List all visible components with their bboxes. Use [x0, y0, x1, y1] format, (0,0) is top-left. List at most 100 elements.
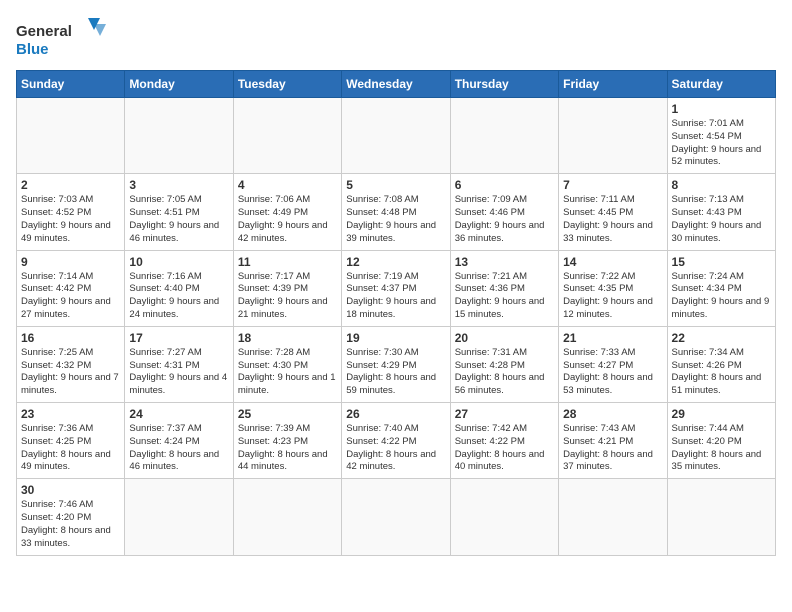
calendar-week-row: 2 Sunrise: 7:03 AM Sunset: 4:52 PM Daylig… — [17, 174, 776, 250]
day-number: 13 — [455, 255, 554, 269]
day-info: Sunrise: 7:34 AM Sunset: 4:26 PM Dayligh… — [672, 347, 771, 398]
svg-text:Blue: Blue — [16, 41, 49, 58]
calendar-day-cell: 29Sunrise: 7:44 AM Sunset: 4:20 PM Dayli… — [667, 403, 775, 479]
day-of-week-header: Sunday — [17, 71, 125, 98]
calendar-week-row: 1 Sunrise: 7:01 AM Sunset: 4:54 PM Daylig… — [17, 98, 776, 174]
calendar-day-cell: 24Sunrise: 7:37 AM Sunset: 4:24 PM Dayli… — [125, 403, 233, 479]
day-info: Sunrise: 7:03 AM Sunset: 4:52 PM Dayligh… — [21, 194, 120, 245]
calendar-day-cell: 11Sunrise: 7:17 AM Sunset: 4:39 PM Dayli… — [233, 250, 341, 326]
day-number: 2 — [21, 178, 120, 192]
calendar-day-cell: 13 Sunrise: 7:21 AM Sunset: 4:36 PM Dayli… — [450, 250, 558, 326]
day-info: Sunrise: 7:13 AM Sunset: 4:43 PM Dayligh… — [672, 194, 771, 245]
calendar-week-row: 23Sunrise: 7:36 AM Sunset: 4:25 PM Dayli… — [17, 403, 776, 479]
day-number: 14 — [563, 255, 662, 269]
calendar-day-cell: 22 Sunrise: 7:34 AM Sunset: 4:26 PM Dayli… — [667, 326, 775, 402]
day-info: Sunrise: 7:01 AM Sunset: 4:54 PM Dayligh… — [672, 118, 771, 169]
day-of-week-header: Monday — [125, 71, 233, 98]
calendar-day-cell: 23Sunrise: 7:36 AM Sunset: 4:25 PM Dayli… — [17, 403, 125, 479]
day-info: Sunrise: 7:16 AM Sunset: 4:40 PM Dayligh… — [129, 271, 228, 322]
day-number: 22 — [672, 331, 771, 345]
day-number: 12 — [346, 255, 445, 269]
day-info: Sunrise: 7:25 AM Sunset: 4:32 PM Dayligh… — [21, 347, 120, 398]
day-number: 26 — [346, 407, 445, 421]
day-info: Sunrise: 7:21 AM Sunset: 4:36 PM Dayligh… — [455, 271, 554, 322]
day-info: Sunrise: 7:43 AM Sunset: 4:21 PM Dayligh… — [563, 423, 662, 474]
calendar-day-cell: 8 Sunrise: 7:13 AM Sunset: 4:43 PM Daylig… — [667, 174, 775, 250]
calendar-day-cell: 20Sunrise: 7:31 AM Sunset: 4:28 PM Dayli… — [450, 326, 558, 402]
calendar-day-cell: 12 Sunrise: 7:19 AM Sunset: 4:37 PM Dayli… — [342, 250, 450, 326]
day-info: Sunrise: 7:19 AM Sunset: 4:37 PM Dayligh… — [346, 271, 445, 322]
calendar-day-cell: 2 Sunrise: 7:03 AM Sunset: 4:52 PM Daylig… — [17, 174, 125, 250]
day-number: 27 — [455, 407, 554, 421]
calendar-table: SundayMondayTuesdayWednesdayThursdayFrid… — [16, 70, 776, 556]
day-number: 1 — [672, 102, 771, 116]
day-info: Sunrise: 7:39 AM Sunset: 4:23 PM Dayligh… — [238, 423, 337, 474]
day-info: Sunrise: 7:42 AM Sunset: 4:22 PM Dayligh… — [455, 423, 554, 474]
calendar-day-cell — [125, 479, 233, 555]
day-info: Sunrise: 7:22 AM Sunset: 4:35 PM Dayligh… — [563, 271, 662, 322]
day-info: Sunrise: 7:17 AM Sunset: 4:39 PM Dayligh… — [238, 271, 337, 322]
day-info: Sunrise: 7:09 AM Sunset: 4:46 PM Dayligh… — [455, 194, 554, 245]
day-number: 21 — [563, 331, 662, 345]
calendar-day-cell — [559, 98, 667, 174]
day-info: Sunrise: 7:40 AM Sunset: 4:22 PM Dayligh… — [346, 423, 445, 474]
calendar-day-cell — [17, 98, 125, 174]
day-info: Sunrise: 7:06 AM Sunset: 4:49 PM Dayligh… — [238, 194, 337, 245]
day-number: 3 — [129, 178, 228, 192]
day-info: Sunrise: 7:24 AM Sunset: 4:34 PM Dayligh… — [672, 271, 771, 322]
calendar-day-cell: 5 Sunrise: 7:08 AM Sunset: 4:48 PM Daylig… — [342, 174, 450, 250]
calendar-day-cell — [559, 479, 667, 555]
calendar-day-cell: 7Sunrise: 7:11 AM Sunset: 4:45 PM Daylig… — [559, 174, 667, 250]
day-number: 24 — [129, 407, 228, 421]
logo: General Blue — [16, 16, 106, 60]
calendar-day-cell — [450, 479, 558, 555]
calendar-day-cell: 18Sunrise: 7:28 AM Sunset: 4:30 PM Dayli… — [233, 326, 341, 402]
calendar-day-cell: 9 Sunrise: 7:14 AM Sunset: 4:42 PM Daylig… — [17, 250, 125, 326]
day-info: Sunrise: 7:11 AM Sunset: 4:45 PM Dayligh… — [563, 194, 662, 245]
svg-text:General: General — [16, 23, 72, 40]
logo-svg: General Blue — [16, 16, 106, 60]
calendar-day-cell: 30Sunrise: 7:46 AM Sunset: 4:20 PM Dayli… — [17, 479, 125, 555]
day-of-week-header: Friday — [559, 71, 667, 98]
day-info: Sunrise: 7:14 AM Sunset: 4:42 PM Dayligh… — [21, 271, 120, 322]
day-info: Sunrise: 7:30 AM Sunset: 4:29 PM Dayligh… — [346, 347, 445, 398]
calendar-day-cell — [233, 479, 341, 555]
day-number: 19 — [346, 331, 445, 345]
calendar-day-cell — [342, 98, 450, 174]
day-number: 8 — [672, 178, 771, 192]
day-info: Sunrise: 7:08 AM Sunset: 4:48 PM Dayligh… — [346, 194, 445, 245]
day-number: 10 — [129, 255, 228, 269]
calendar-day-cell: 3 Sunrise: 7:05 AM Sunset: 4:51 PM Daylig… — [125, 174, 233, 250]
calendar-day-cell — [342, 479, 450, 555]
day-number: 25 — [238, 407, 337, 421]
day-info: Sunrise: 7:33 AM Sunset: 4:27 PM Dayligh… — [563, 347, 662, 398]
calendar-day-cell: 4Sunrise: 7:06 AM Sunset: 4:49 PM Daylig… — [233, 174, 341, 250]
day-number: 9 — [21, 255, 120, 269]
calendar-day-cell: 26 Sunrise: 7:40 AM Sunset: 4:22 PM Dayli… — [342, 403, 450, 479]
calendar-week-row: 9 Sunrise: 7:14 AM Sunset: 4:42 PM Daylig… — [17, 250, 776, 326]
calendar-day-cell — [125, 98, 233, 174]
calendar-day-cell: 28 Sunrise: 7:43 AM Sunset: 4:21 PM Dayli… — [559, 403, 667, 479]
calendar-week-row: 30Sunrise: 7:46 AM Sunset: 4:20 PM Dayli… — [17, 479, 776, 555]
calendar-day-cell: 19 Sunrise: 7:30 AM Sunset: 4:29 PM Dayli… — [342, 326, 450, 402]
calendar-day-cell: 15Sunrise: 7:24 AM Sunset: 4:34 PM Dayli… — [667, 250, 775, 326]
calendar-day-cell — [450, 98, 558, 174]
day-number: 28 — [563, 407, 662, 421]
calendar-day-cell: 6Sunrise: 7:09 AM Sunset: 4:46 PM Daylig… — [450, 174, 558, 250]
day-info: Sunrise: 7:36 AM Sunset: 4:25 PM Dayligh… — [21, 423, 120, 474]
day-of-week-header: Wednesday — [342, 71, 450, 98]
header: General Blue — [16, 16, 776, 60]
day-number: 5 — [346, 178, 445, 192]
day-number: 16 — [21, 331, 120, 345]
day-number: 30 — [21, 483, 120, 497]
calendar-day-cell: 21 Sunrise: 7:33 AM Sunset: 4:27 PM Dayli… — [559, 326, 667, 402]
calendar-day-cell: 25 Sunrise: 7:39 AM Sunset: 4:23 PM Dayli… — [233, 403, 341, 479]
day-info: Sunrise: 7:28 AM Sunset: 4:30 PM Dayligh… — [238, 347, 337, 398]
day-number: 17 — [129, 331, 228, 345]
day-of-week-header: Saturday — [667, 71, 775, 98]
calendar-day-cell: 16 Sunrise: 7:25 AM Sunset: 4:32 PM Dayli… — [17, 326, 125, 402]
day-info: Sunrise: 7:05 AM Sunset: 4:51 PM Dayligh… — [129, 194, 228, 245]
calendar-day-cell — [667, 479, 775, 555]
day-number: 29 — [672, 407, 771, 421]
calendar-day-cell: 27 Sunrise: 7:42 AM Sunset: 4:22 PM Dayli… — [450, 403, 558, 479]
